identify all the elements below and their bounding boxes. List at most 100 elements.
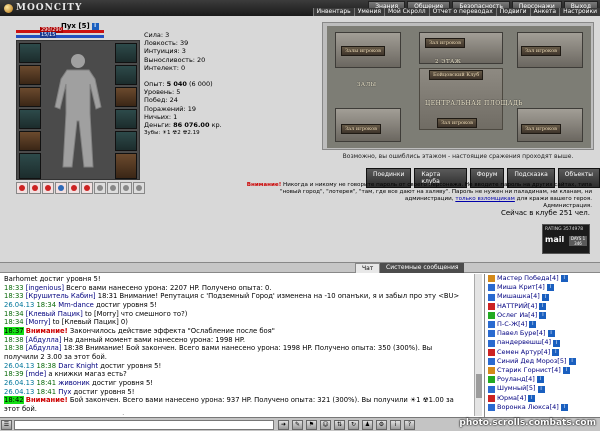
message-author[interactable]: [ingenious]: [26, 284, 64, 292]
slot-belt[interactable]: [19, 131, 41, 151]
message-author[interactable]: [Крушитель Кабин]: [26, 292, 96, 300]
slot-helmet[interactable]: [115, 43, 137, 63]
rating-counter[interactable]: RATING 3574978 mail DAYS 1 346: [542, 224, 590, 254]
slot-necklace[interactable]: [19, 65, 41, 85]
empty-slot-icon[interactable]: [94, 182, 106, 194]
map-btn-hall-ne[interactable]: Зал игроков: [521, 46, 561, 56]
chat-input[interactable]: [14, 420, 274, 430]
tab-chat[interactable]: Чат: [355, 263, 381, 273]
subnav-my-scroll[interactable]: Мой Скролл: [384, 8, 429, 16]
user-list-item[interactable]: Мишашка[4] i: [485, 292, 600, 301]
empty-slot-icon[interactable]: [133, 182, 145, 194]
info-icon[interactable]: i: [552, 348, 560, 356]
info-icon[interactable]: i: [529, 321, 537, 329]
user-list-item[interactable]: Ослег Иа[4] i: [485, 311, 600, 320]
scroll-thumb[interactable]: [476, 374, 482, 398]
info-icon[interactable]: i: [537, 385, 545, 393]
refresh-icon[interactable]: ↻: [348, 420, 359, 430]
map-btn-hall-se[interactable]: Зал игроков: [521, 124, 561, 134]
filter-icon[interactable]: ⚑: [306, 420, 317, 430]
message-author[interactable]: Mm-dance: [58, 301, 94, 309]
hackers-link[interactable]: только взломщикам: [455, 196, 515, 202]
message-author[interactable]: Darc Knight: [58, 362, 98, 370]
send-icon[interactable]: ➜: [278, 420, 289, 430]
help-icon[interactable]: ?: [404, 420, 415, 430]
user-list-item[interactable]: Синий Дед Мороз[5] i: [485, 357, 600, 366]
potion-icon[interactable]: [42, 182, 54, 194]
message-author[interactable]: [Morry]: [26, 318, 51, 326]
info-icon[interactable]: i: [390, 420, 401, 430]
user-icon[interactable]: ♟: [362, 420, 373, 430]
chat-mode-icon[interactable]: ☰: [1, 420, 12, 430]
slot-ring[interactable]: [115, 131, 137, 151]
info-icon[interactable]: i: [541, 293, 549, 301]
slot-earring[interactable]: [19, 43, 41, 63]
map-btn-hall-center[interactable]: Зал игроков: [437, 118, 477, 128]
user-list-item[interactable]: Старик Горнист[4] i: [485, 366, 600, 375]
info-icon[interactable]: i: [562, 367, 570, 375]
info-icon[interactable]: i: [560, 403, 568, 411]
message-author[interactable]: [mde]: [26, 370, 46, 378]
scroll-icon[interactable]: [55, 182, 67, 194]
info-icon[interactable]: i: [528, 394, 536, 402]
user-list-item[interactable]: Семен Артур[4] i: [485, 348, 600, 357]
slot-bracers[interactable]: [115, 65, 137, 85]
user-list-item[interactable]: Мастер Победа[4] i: [485, 274, 600, 283]
map-btn-players-hall[interactable]: Залы игроков: [341, 46, 385, 56]
potion-icon[interactable]: [81, 182, 93, 194]
subnav-transfers[interactable]: Отчет о переводах: [428, 8, 496, 16]
slot-boots[interactable]: [115, 153, 137, 179]
info-icon[interactable]: i: [546, 284, 554, 292]
chat-log: Barhomet достиг уровня 5! 18:33 [ingeniou…: [4, 275, 472, 415]
user-list-item[interactable]: Шумный[5] i: [485, 384, 600, 393]
user-list-item[interactable]: Воронка Люкса[4] i: [485, 403, 600, 412]
user-list-item[interactable]: Роуланд[4] i: [485, 375, 600, 384]
potion-icon[interactable]: [29, 182, 41, 194]
subnav-skills[interactable]: Умения: [353, 8, 384, 16]
user-list-item[interactable]: Миша Крит[4] i: [485, 283, 600, 292]
user-list-item[interactable]: пандервешш[4] i: [485, 338, 600, 347]
slot-pants[interactable]: [19, 153, 41, 179]
scroll-lock-icon[interactable]: ⇅: [334, 420, 345, 430]
chat-message: 18:38 [Абдулла] 18:38 Внимание! Бой зако…: [4, 344, 472, 353]
empty-slot-icon[interactable]: [120, 182, 132, 194]
info-icon[interactable]: i: [536, 376, 544, 384]
empty-slot-icon[interactable]: [107, 182, 119, 194]
message-author[interactable]: Пух: [58, 388, 71, 396]
message-author[interactable]: Лич: [58, 414, 72, 416]
map-btn-fight-club[interactable]: Бойцовский Клуб: [429, 70, 484, 80]
map-btn-hall-top[interactable]: Зал игроков: [425, 38, 465, 48]
smiley-icon[interactable]: ☺: [320, 420, 331, 430]
subnav-profile[interactable]: Анкета: [529, 8, 560, 16]
chat-scrollbar[interactable]: [474, 274, 482, 416]
user-list-item[interactable]: НАТТРИЙ[4] i: [485, 302, 600, 311]
slot-weapon[interactable]: [19, 87, 41, 107]
subnav-inventory[interactable]: Инвентарь: [312, 8, 354, 16]
slot-armor[interactable]: [19, 109, 41, 129]
info-icon[interactable]: i: [91, 22, 99, 30]
potion-icon[interactable]: [16, 182, 28, 194]
info-icon[interactable]: i: [539, 302, 547, 310]
subnav-settings[interactable]: Настройки: [559, 8, 600, 16]
subnav-feats[interactable]: Подвиги: [495, 8, 530, 16]
slot-shield[interactable]: [115, 109, 137, 129]
clear-icon[interactable]: ✎: [292, 420, 303, 430]
message-author[interactable]: [Абдулла]: [26, 336, 62, 344]
message-author[interactable]: [Абдулла]: [26, 344, 62, 352]
info-icon[interactable]: i: [568, 357, 576, 365]
slot-gloves[interactable]: [115, 87, 137, 107]
info-icon[interactable]: i: [560, 275, 568, 283]
user-list-item[interactable]: Юрма[4] i: [485, 394, 600, 403]
info-icon[interactable]: i: [547, 330, 555, 338]
info-icon[interactable]: i: [553, 339, 561, 347]
user-list-item[interactable]: П-С-Ж[4] i: [485, 320, 600, 329]
message-author[interactable]: живоник: [58, 379, 90, 387]
info-icon[interactable]: i: [539, 311, 547, 319]
map-btn-hall-sw[interactable]: Зал игроков: [341, 124, 381, 134]
message-author[interactable]: [Клевый Пацик]: [26, 310, 83, 318]
potion-icon[interactable]: [68, 182, 80, 194]
gear-icon[interactable]: ⚙: [376, 420, 387, 430]
user-list-item[interactable]: Павел Буре[4] i: [485, 329, 600, 338]
character-name[interactable]: Пух [5] i: [61, 22, 99, 30]
tab-system-messages[interactable]: Системные сообщения: [380, 263, 465, 273]
